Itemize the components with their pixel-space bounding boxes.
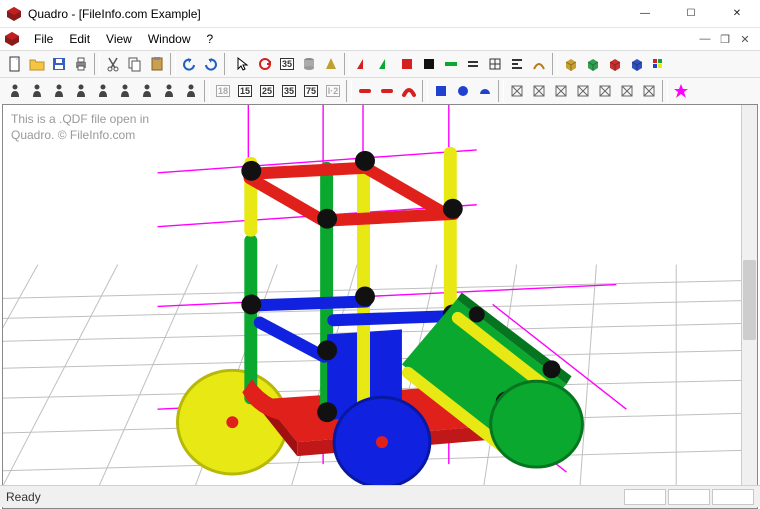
man6-icon[interactable] (114, 80, 136, 102)
menubar: FileEditViewWindow? — ❐ ✕ (0, 28, 760, 50)
toolbar-row-1: 35 (0, 50, 760, 77)
minimize-button[interactable]: — (622, 0, 668, 28)
menu-window[interactable]: Window (140, 30, 199, 48)
rotate-icon[interactable] (254, 53, 276, 75)
redo-icon[interactable] (200, 53, 222, 75)
tool-d-icon[interactable] (572, 80, 594, 102)
menu-edit[interactable]: Edit (61, 30, 98, 48)
box3d-4-icon[interactable] (626, 53, 648, 75)
menu-help[interactable]: ? (199, 30, 222, 48)
status-pane-2 (668, 489, 710, 505)
new-icon[interactable] (4, 53, 26, 75)
bluebox-icon[interactable] (430, 80, 452, 102)
grid-icon[interactable] (484, 53, 506, 75)
cut-icon[interactable] (102, 53, 124, 75)
undo-icon[interactable] (178, 53, 200, 75)
mdi-restore-button[interactable]: ❐ (718, 33, 732, 46)
size15-icon[interactable]: 15 (234, 80, 256, 102)
close-button[interactable]: ✕ (714, 0, 760, 28)
menu-view[interactable]: View (98, 30, 140, 48)
align-icon[interactable] (506, 53, 528, 75)
print-icon[interactable] (70, 53, 92, 75)
size25-icon[interactable]: 25 (256, 80, 278, 102)
tool-f-icon[interactable] (616, 80, 638, 102)
pointer-icon[interactable] (232, 53, 254, 75)
mdi-minimize-button[interactable]: — (698, 33, 712, 46)
thread-icon[interactable] (528, 53, 550, 75)
green-a-icon[interactable] (374, 53, 396, 75)
size-l2-icon: l·2 (322, 80, 344, 102)
menu-file[interactable]: File (26, 30, 61, 48)
black-box-icon[interactable] (418, 53, 440, 75)
box3d-2-icon[interactable] (582, 53, 604, 75)
magenta-star-icon[interactable] (670, 80, 692, 102)
equal-icon[interactable] (462, 53, 484, 75)
red-box-icon[interactable] (396, 53, 418, 75)
man4-icon[interactable] (70, 80, 92, 102)
tool-g-icon[interactable] (638, 80, 660, 102)
maximize-button[interactable]: ☐ (668, 0, 714, 28)
mdi-close-button[interactable]: ✕ (738, 33, 752, 46)
status-text: Ready (6, 490, 41, 504)
cone-icon[interactable] (320, 53, 342, 75)
copy-icon[interactable] (124, 53, 146, 75)
red-a-icon[interactable] (352, 53, 374, 75)
cylinder-icon[interactable] (298, 53, 320, 75)
app-icon (6, 6, 22, 22)
man3-icon[interactable] (48, 80, 70, 102)
window-title: Quadro - [FileInfo.com Example] (28, 7, 622, 21)
status-pane-1 (624, 489, 666, 505)
box3d-1-icon[interactable] (560, 53, 582, 75)
green-plate-icon[interactable] (440, 53, 462, 75)
man7-icon[interactable] (136, 80, 158, 102)
tool-a-icon[interactable] (506, 80, 528, 102)
statusbar: Ready (0, 485, 760, 507)
tool-b-icon[interactable] (528, 80, 550, 102)
size75-icon[interactable]: 75 (300, 80, 322, 102)
palette-icon[interactable] (648, 53, 670, 75)
man8-icon[interactable] (158, 80, 180, 102)
status-pane-3 (712, 489, 754, 505)
paste-icon[interactable] (146, 53, 168, 75)
redtube2-icon[interactable] (376, 80, 398, 102)
bluecircle-icon[interactable] (452, 80, 474, 102)
tube35-icon[interactable]: 35 (276, 53, 298, 75)
titlebar: Quadro - [FileInfo.com Example] — ☐ ✕ (0, 0, 760, 28)
man9-icon[interactable] (180, 80, 202, 102)
save-icon[interactable] (48, 53, 70, 75)
man2-icon[interactable] (26, 80, 48, 102)
doc-icon (4, 31, 20, 47)
toolbar-row-2: 1815253575l·2 (0, 77, 760, 104)
redtube-icon[interactable] (354, 80, 376, 102)
redcurve-icon[interactable] (398, 80, 420, 102)
tool-e-icon[interactable] (594, 80, 616, 102)
man1-icon[interactable] (4, 80, 26, 102)
scrollbar-vertical[interactable] (741, 105, 757, 492)
size18-icon: 18 (212, 80, 234, 102)
open-icon[interactable] (26, 53, 48, 75)
canvas-area: This is a .QDF file open in Quadro. © Fi… (2, 104, 758, 509)
tool-c-icon[interactable] (550, 80, 572, 102)
bluesemi-icon[interactable] (474, 80, 496, 102)
viewport-3d[interactable] (3, 105, 741, 492)
box3d-3-icon[interactable] (604, 53, 626, 75)
size35-icon[interactable]: 35 (278, 80, 300, 102)
man5-icon[interactable] (92, 80, 114, 102)
